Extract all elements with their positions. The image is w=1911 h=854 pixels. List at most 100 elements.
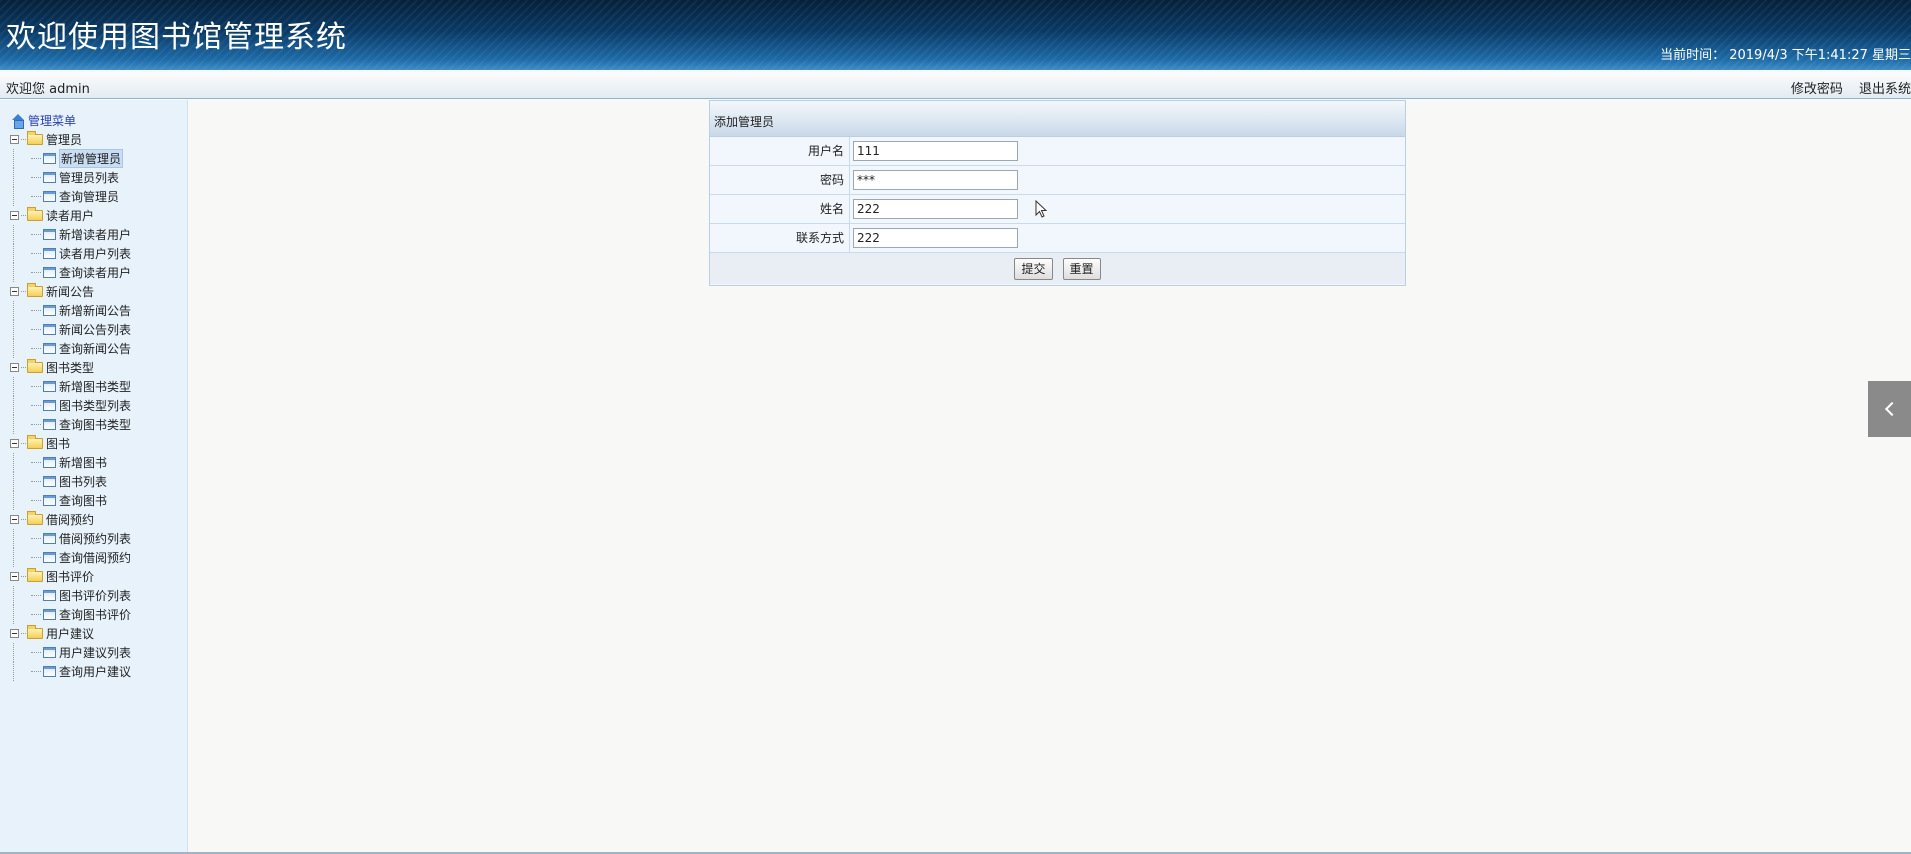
menu-item-0-2[interactable]: 查询管理员 — [10, 187, 131, 206]
tree-connector — [13, 548, 14, 567]
menu-group-0[interactable]: 管理员 — [10, 130, 131, 149]
menu-group-4[interactable]: 图书 — [10, 434, 131, 453]
menu-root-label: 管理菜单 — [28, 114, 77, 128]
field-cell — [850, 137, 1405, 165]
folder-icon — [27, 568, 43, 582]
tree-connector — [13, 453, 14, 472]
menu-item-label: 查询图书 — [59, 494, 108, 508]
welcome-text: 欢迎您 admin — [6, 82, 90, 97]
field-input-1[interactable] — [853, 170, 1018, 190]
collapse-icon[interactable] — [10, 363, 19, 372]
tree-connector — [31, 424, 41, 425]
menu-item-label: 管理员列表 — [59, 171, 120, 185]
menu-item-1-1[interactable]: 读者用户列表 — [10, 244, 131, 263]
page-icon — [43, 305, 56, 316]
menu-item-6-1[interactable]: 查询图书评价 — [10, 605, 131, 624]
tree-connector — [31, 348, 41, 349]
change-password-link[interactable]: 修改密码 — [1791, 82, 1843, 97]
page-icon — [43, 248, 56, 259]
collapse-icon[interactable] — [10, 135, 19, 144]
page-icon — [43, 343, 56, 354]
menu-item-1-0[interactable]: 新增读者用户 — [10, 225, 131, 244]
form-row-1: 密码 — [710, 166, 1405, 195]
field-cell — [850, 195, 1405, 223]
page-icon — [43, 666, 56, 677]
menu-item-label: 查询管理员 — [59, 190, 120, 204]
menu-tree: 管理菜单 管理员 新增管理员 管理员列表 查询管理员 读者用户 新增读者用户 读者用户列表查… — [10, 111, 131, 681]
tree-connector — [31, 500, 41, 501]
menu-item-2-0[interactable]: 新增新闻公告 — [10, 301, 131, 320]
tree-connector — [31, 272, 41, 273]
menu-item-3-1[interactable]: 图书类型列表 — [10, 396, 131, 415]
menu-item-4-2[interactable]: 查询图书 — [10, 491, 131, 510]
form-row-2: 姓名 — [710, 195, 1405, 224]
tree-connector — [13, 586, 14, 605]
menu-item-4-1[interactable]: 图书列表 — [10, 472, 131, 491]
menu-item-7-0[interactable]: 用户建议列表 — [10, 643, 131, 662]
tree-connector — [31, 462, 41, 463]
menu-group-6[interactable]: 图书评价 — [10, 567, 131, 586]
field-input-3[interactable] — [853, 228, 1018, 248]
tree-connector — [31, 329, 41, 330]
menu-group-5[interactable]: 借阅预约 — [10, 510, 131, 529]
menu-root[interactable]: 管理菜单 — [10, 111, 131, 130]
page-icon — [43, 153, 56, 164]
collapse-icon[interactable] — [10, 515, 19, 524]
menu-group-3[interactable]: 图书类型 — [10, 358, 131, 377]
menu-item-0-1[interactable]: 管理员列表 — [10, 168, 131, 187]
tree-connector — [21, 139, 26, 140]
tree-connector — [13, 149, 14, 168]
menu-item-4-0[interactable]: 新增图书 — [10, 453, 131, 472]
folder-icon — [27, 131, 43, 145]
menu-item-label: 新增图书类型 — [59, 380, 132, 394]
menu-item-0-0[interactable]: 新增管理员 — [10, 149, 131, 168]
menu-item-3-0[interactable]: 新增图书类型 — [10, 377, 131, 396]
form-actions: 提交 重置 — [710, 253, 1405, 284]
menu-group-7[interactable]: 用户建议 — [10, 624, 131, 643]
field-input-0[interactable] — [853, 141, 1018, 161]
tree-connector — [13, 415, 14, 434]
collapse-icon[interactable] — [10, 211, 19, 220]
collapse-icon[interactable] — [10, 572, 19, 581]
form-title: 添加管理员 — [714, 115, 775, 129]
page-icon — [43, 229, 56, 240]
side-panel-toggle[interactable] — [1868, 381, 1911, 437]
tree-connector — [31, 614, 41, 615]
app-title: 欢迎使用图书馆管理系统 — [6, 20, 347, 55]
menu-item-2-2[interactable]: 查询新闻公告 — [10, 339, 131, 358]
collapse-icon[interactable] — [10, 287, 19, 296]
tree-connector — [31, 595, 41, 596]
reset-button[interactable]: 重置 — [1062, 257, 1101, 280]
tree-connector — [13, 605, 14, 624]
tree-connector — [31, 234, 41, 235]
tree-connector — [13, 472, 14, 491]
folder-icon — [27, 283, 43, 297]
field-input-2[interactable] — [853, 199, 1018, 219]
menu-item-6-0[interactable]: 图书评价列表 — [10, 586, 131, 605]
menu-group-label: 新闻公告 — [46, 285, 95, 299]
menu-group-1[interactable]: 读者用户 — [10, 206, 131, 225]
menu-item-label: 图书列表 — [59, 475, 108, 489]
field-label: 联系方式 — [710, 224, 850, 252]
logout-link[interactable]: 退出系统 — [1859, 82, 1911, 97]
collapse-icon[interactable] — [10, 629, 19, 638]
sidebar: 管理菜单 管理员 新增管理员 管理员列表 查询管理员 读者用户 新增读者用户 读者用户列表查… — [0, 100, 188, 852]
menu-item-label: 新增读者用户 — [59, 228, 132, 242]
page-icon — [43, 476, 56, 487]
menu-item-3-2[interactable]: 查询图书类型 — [10, 415, 131, 434]
menu-item-5-1[interactable]: 查询借阅预约 — [10, 548, 131, 567]
menu-item-1-2[interactable]: 查询读者用户 — [10, 263, 131, 282]
menu-item-label: 新闻公告列表 — [59, 323, 132, 337]
tree-connector — [21, 519, 26, 520]
menu-item-label: 借阅预约列表 — [59, 532, 132, 546]
page-icon — [43, 495, 56, 506]
submit-button[interactable]: 提交 — [1014, 257, 1053, 280]
tree-connector — [21, 291, 26, 292]
menu-item-2-1[interactable]: 新闻公告列表 — [10, 320, 131, 339]
collapse-icon[interactable] — [10, 439, 19, 448]
page-icon — [43, 552, 56, 563]
menu-item-5-0[interactable]: 借阅预约列表 — [10, 529, 131, 548]
menu-group-2[interactable]: 新闻公告 — [10, 282, 131, 301]
menu-item-label: 新增图书 — [59, 456, 108, 470]
menu-item-7-1[interactable]: 查询用户建议 — [10, 662, 131, 681]
